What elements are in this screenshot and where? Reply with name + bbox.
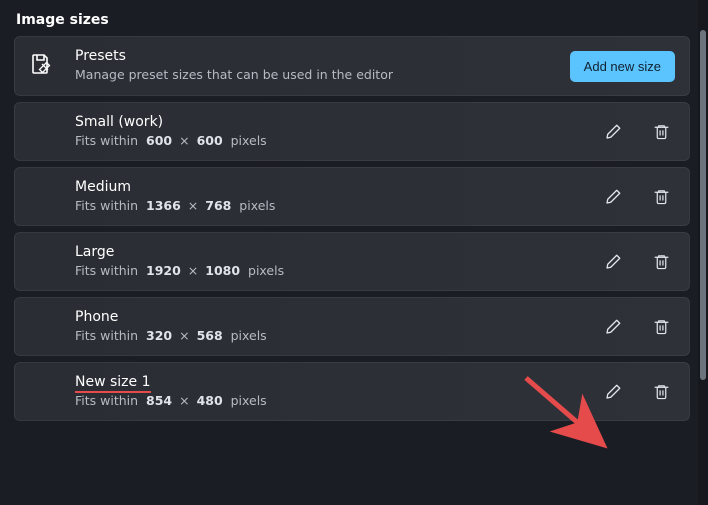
size-name: Small (work): [75, 113, 603, 132]
presets-title: Presets: [75, 47, 570, 66]
size-dimensions: Fits within 854 × 480 pixels: [75, 392, 603, 410]
delete-icon[interactable]: [651, 252, 671, 272]
size-name: Medium: [75, 178, 603, 197]
presets-subtitle: Manage preset sizes that can be used in …: [75, 66, 570, 84]
size-name: New size 1: [75, 373, 603, 392]
edit-icon[interactable]: [603, 252, 623, 272]
presets-header-row: Presets Manage preset sizes that can be …: [14, 36, 690, 96]
delete-icon[interactable]: [651, 122, 671, 142]
delete-icon[interactable]: [651, 317, 671, 337]
size-row: New size 1Fits within 854 × 480 pixels: [14, 362, 690, 421]
size-row: Small (work)Fits within 600 × 600 pixels: [14, 102, 690, 161]
scrollbar-thumb[interactable]: [700, 30, 706, 380]
size-dimensions: Fits within 600 × 600 pixels: [75, 132, 603, 150]
size-dimensions: Fits within 1920 × 1080 pixels: [75, 262, 603, 280]
edit-icon[interactable]: [603, 382, 623, 402]
add-new-size-button[interactable]: Add new size: [570, 51, 675, 82]
section-title: Image sizes: [16, 12, 690, 28]
size-row: MediumFits within 1366 × 768 pixels: [14, 167, 690, 226]
size-name: Phone: [75, 308, 603, 327]
size-row: PhoneFits within 320 × 568 pixels: [14, 297, 690, 356]
edit-icon[interactable]: [603, 122, 623, 142]
scrollbar-track[interactable]: [698, 0, 708, 505]
size-dimensions: Fits within 1366 × 768 pixels: [75, 197, 603, 215]
delete-icon[interactable]: [651, 382, 671, 402]
delete-icon[interactable]: [651, 187, 671, 207]
size-name: Large: [75, 243, 603, 262]
size-row: LargeFits within 1920 × 1080 pixels: [14, 232, 690, 291]
edit-icon[interactable]: [603, 317, 623, 337]
edit-icon[interactable]: [603, 187, 623, 207]
presets-icon: [29, 52, 53, 80]
size-dimensions: Fits within 320 × 568 pixels: [75, 327, 603, 345]
